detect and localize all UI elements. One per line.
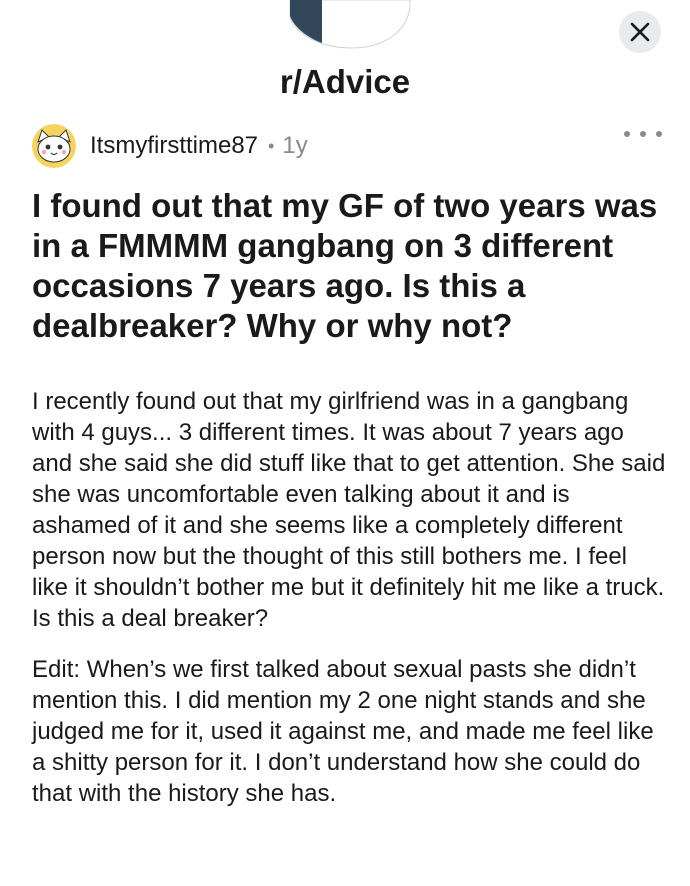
meta-separator: • <box>268 135 275 156</box>
close-icon <box>630 22 650 42</box>
post-age: 1y <box>282 132 308 159</box>
more-options-button[interactable] <box>624 122 662 146</box>
more-options-icon <box>624 131 630 137</box>
post-body-edit-paragraph: Edit: When’s we first talked about sexua… <box>32 656 654 807</box>
author-username[interactable]: Itsmyfirsttime87 <box>90 132 258 160</box>
close-button[interactable] <box>619 11 661 53</box>
post-title: I found out that my GF of two years was … <box>32 187 658 344</box>
post-body: I recently found out that my girlfriend … <box>32 386 668 829</box>
subreddit-title[interactable]: r/Advice <box>0 60 690 104</box>
post-meta: Itsmyfirsttime87 • 1y <box>32 121 308 171</box>
header-banner-art <box>0 0 690 60</box>
author-avatar[interactable] <box>32 124 76 168</box>
post-body-paragraph: I recently found out that my girlfriend … <box>32 388 666 632</box>
